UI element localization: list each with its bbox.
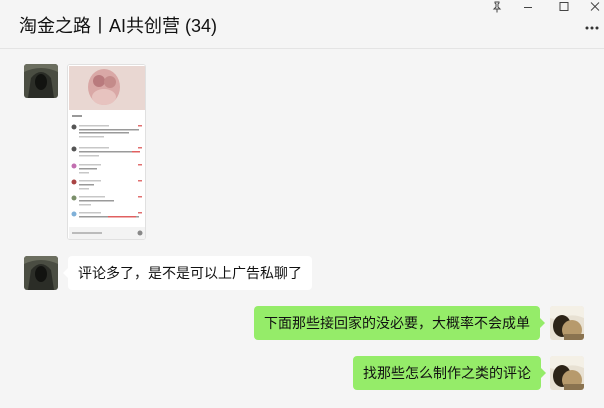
close-icon[interactable] [584,0,604,14]
title-divider [0,48,604,49]
minimize-icon[interactable] [517,0,539,14]
self-avatar[interactable] [550,356,584,390]
message-bubble-self[interactable]: 找那些怎么制作之类的评论 [353,356,546,390]
self-avatar[interactable] [550,306,584,340]
image-message[interactable] [67,64,146,240]
more-icon[interactable] [584,20,600,36]
message-bubble-other[interactable]: 评论多了，是不是可以上广告私聊了 [63,256,312,290]
message-bubble-self[interactable]: 下面那些接回家的没必要，大概率不会成单 [254,306,545,340]
title-bar: 淘金之路丨AI共创营 (34) [0,0,604,48]
maximize-icon[interactable] [553,0,575,14]
chat-title: 淘金之路丨AI共创营 (34) [19,16,218,36]
hooded-figure-avatar[interactable] [24,64,58,98]
pin-icon[interactable] [486,0,508,14]
hooded-figure-avatar[interactable] [24,256,58,290]
